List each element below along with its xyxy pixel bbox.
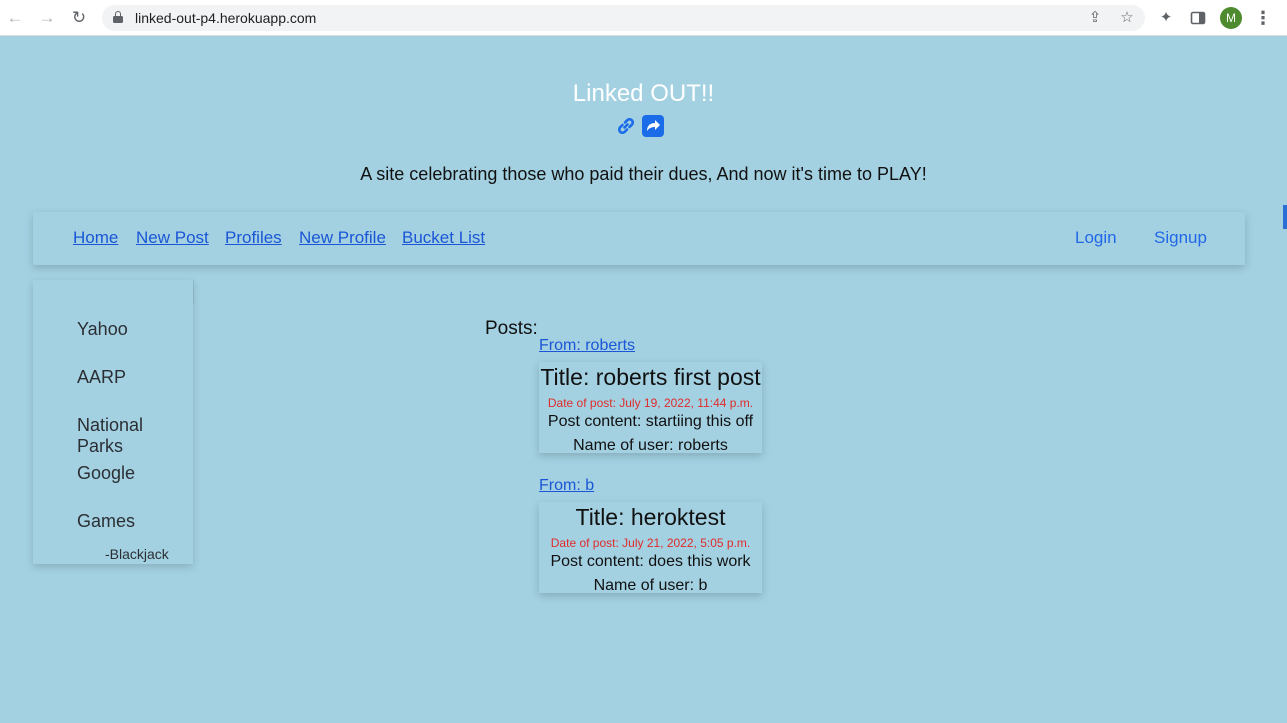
share-icon[interactable]: ⇪	[1086, 9, 1104, 27]
site-title: Linked OUT!!	[572, 80, 715, 107]
profile-avatar[interactable]: M	[1220, 7, 1242, 29]
post-author-link[interactable]: From: b	[539, 477, 594, 495]
post-content: Post content: startiing this off	[547, 413, 754, 430]
address-bar[interactable]: linked-out-p4.herokuapp.com ⇪ ☆	[102, 5, 1145, 31]
nav-new-profile-link[interactable]: New Profile	[299, 228, 386, 248]
post-title: Title: heroktest	[575, 504, 726, 530]
sidebar-links: Yahoo AARP National Parks Google Games -…	[33, 280, 193, 564]
scrollbar-thumb[interactable]	[1283, 205, 1287, 229]
post-date: Date of post: July 21, 2022, 5:05 p.m.	[550, 536, 751, 550]
kebab-menu-icon[interactable]: ⋮	[1254, 8, 1272, 28]
sidebar-item-national-parks[interactable]: National Parks	[77, 415, 193, 457]
lock-icon[interactable]	[113, 11, 123, 23]
nav-bucket-list-link[interactable]: Bucket List	[402, 228, 485, 248]
browser-toolbar: ← → ↻ linked-out-p4.herokuapp.com ⇪ ☆ ✦ …	[0, 0, 1287, 36]
main-navbar: Home New Post Profiles New Profile Bucke…	[33, 212, 1245, 265]
posts-heading: Posts:	[485, 318, 538, 339]
post-user-name: Name of user: roberts	[573, 437, 728, 454]
extensions-puzzle-icon[interactable]: ✦	[1156, 8, 1176, 28]
nav-profiles-link[interactable]: Profiles	[225, 228, 282, 248]
url-text[interactable]: linked-out-p4.herokuapp.com	[135, 10, 316, 26]
logo-icons	[614, 114, 666, 138]
sidebar-subitem-blackjack[interactable]: -Blackjack	[105, 546, 169, 562]
bookmark-star-icon[interactable]: ☆	[1118, 9, 1136, 27]
back-arrow-icon[interactable]: ←	[5, 8, 25, 28]
nav-signup-link[interactable]: Signup	[1154, 228, 1207, 248]
nav-home-link[interactable]: Home	[73, 228, 118, 248]
post-author-link[interactable]: From: roberts	[539, 337, 635, 355]
sidebar-item-aarp[interactable]: AARP	[77, 367, 126, 388]
sidebar-divider	[193, 280, 194, 304]
forward-arrow-icon[interactable]: →	[37, 8, 57, 28]
sidebar-item-yahoo[interactable]: Yahoo	[77, 319, 128, 340]
sidebar-item-games[interactable]: Games	[77, 511, 135, 532]
nav-new-post-link[interactable]: New Post	[136, 228, 209, 248]
share-square-icon	[642, 115, 664, 137]
side-panel-icon[interactable]	[1188, 8, 1208, 28]
sidebar-item-google[interactable]: Google	[77, 463, 135, 484]
post-date: Date of post: July 19, 2022, 11:44 p.m.	[547, 396, 754, 410]
reload-icon[interactable]: ↻	[69, 8, 89, 28]
site-tagline: A site celebrating those who paid their …	[360, 164, 927, 184]
post-user-name: Name of user: b	[593, 577, 708, 594]
post-title: Title: roberts first post	[540, 364, 761, 390]
link-icon	[618, 118, 634, 134]
post-content: Post content: does this work	[550, 553, 751, 570]
post-card: Title: heroktest Date of post: July 21, …	[539, 502, 762, 594]
nav-login-link[interactable]: Login	[1075, 228, 1117, 248]
post-card: Title: roberts first post Date of post: …	[539, 362, 762, 454]
